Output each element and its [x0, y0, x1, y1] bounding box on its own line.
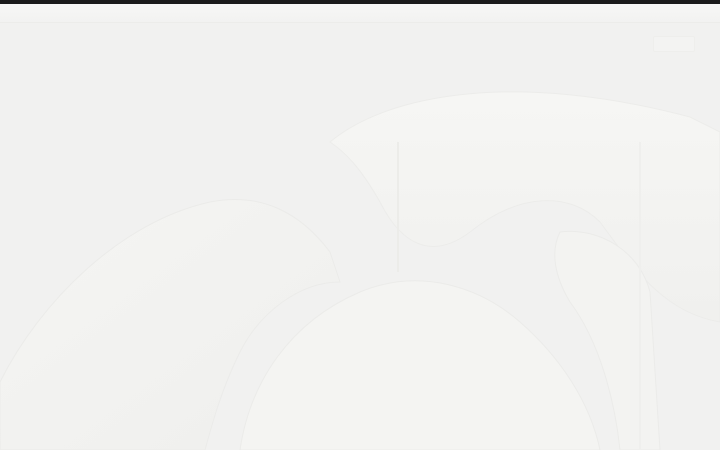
- header-bar: [0, 4, 720, 23]
- hero-shape-center: [239, 280, 601, 450]
- top-right-button[interactable]: [653, 36, 695, 52]
- page-screen: [0, 0, 720, 450]
- hero-image: [0, 91, 720, 450]
